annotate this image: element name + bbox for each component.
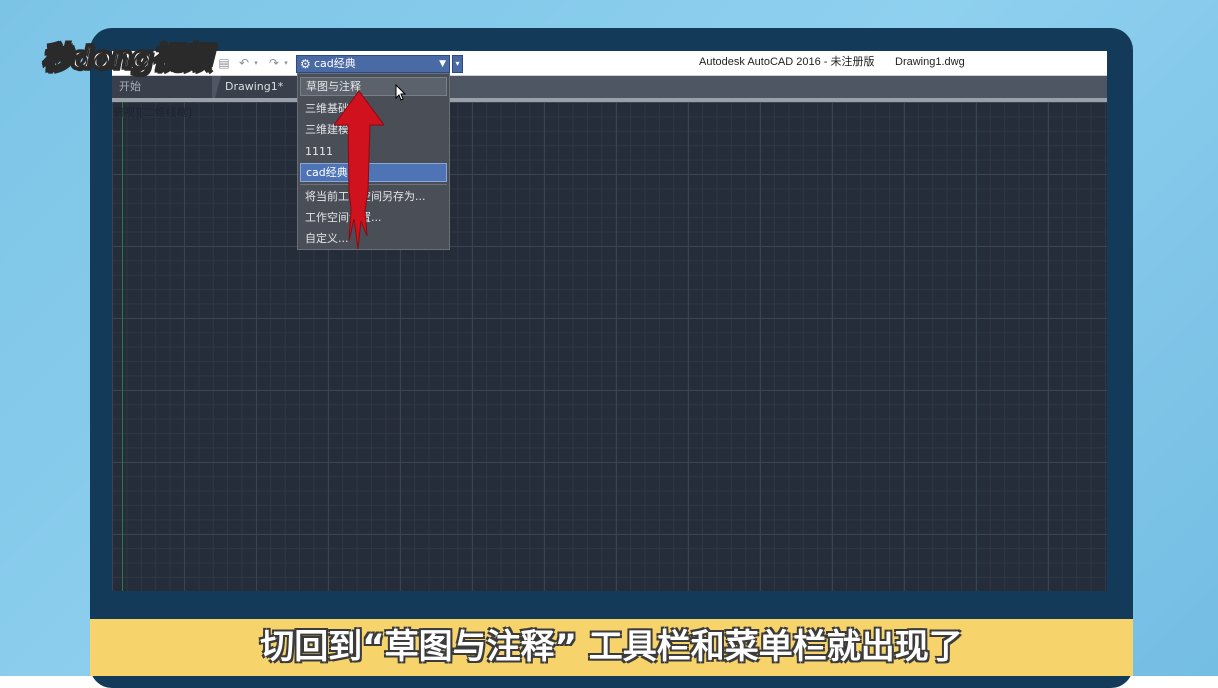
workspace-switcher[interactable]: ⚙ cad经典 ▼ — [296, 55, 450, 73]
file-tabs: 开始 Drawing1* — [112, 76, 1107, 98]
gear-icon: ⚙ — [300, 57, 311, 71]
undo-icon[interactable]: ↶ — [236, 55, 252, 71]
workspace-current: cad经典 — [314, 57, 356, 70]
title-bar: ▤ ↶ ▾ ↷ ▾ ⚙ cad经典 ▼ ▾ Autodesk AutoCAD 2… — [112, 51, 1107, 76]
undo-dropdown-icon[interactable]: ▾ — [252, 55, 260, 71]
app-title: Autodesk AutoCAD 2016 - 未注册版 — [699, 56, 875, 68]
customize-toolbar-button[interactable]: ▾ — [452, 55, 463, 73]
drawing-canvas[interactable] — [112, 102, 1107, 591]
subtitle-text: 切回到“草图与注释” 工具栏和菜单栏就出现了 — [260, 627, 963, 667]
subtitle-bar: 切回到“草图与注释” 工具栏和菜单栏就出现了 — [90, 619, 1133, 676]
chevron-down-icon: ▼ — [439, 59, 446, 69]
logo: 秒dong视频 — [40, 36, 220, 77]
file-name: Drawing1.dwg — [895, 56, 965, 68]
red-arrow-annotation — [334, 91, 384, 250]
redo-dropdown-icon[interactable]: ▾ — [282, 55, 290, 71]
mouse-cursor-icon — [395, 84, 407, 101]
viewport-label[interactable]: 俯视][二维线框] — [113, 104, 192, 120]
svg-text:秒dong视频: 秒dong视频 — [42, 41, 217, 76]
logo-mark: 秒dong视频 — [41, 40, 218, 77]
tab-start[interactable]: 开始 — [112, 76, 212, 98]
redo-icon[interactable]: ↷ — [266, 55, 282, 71]
autocad-window: ▤ ↶ ▾ ↷ ▾ ⚙ cad经典 ▼ ▾ Autodesk AutoCAD 2… — [112, 51, 1107, 591]
y-axis-line — [122, 102, 123, 591]
